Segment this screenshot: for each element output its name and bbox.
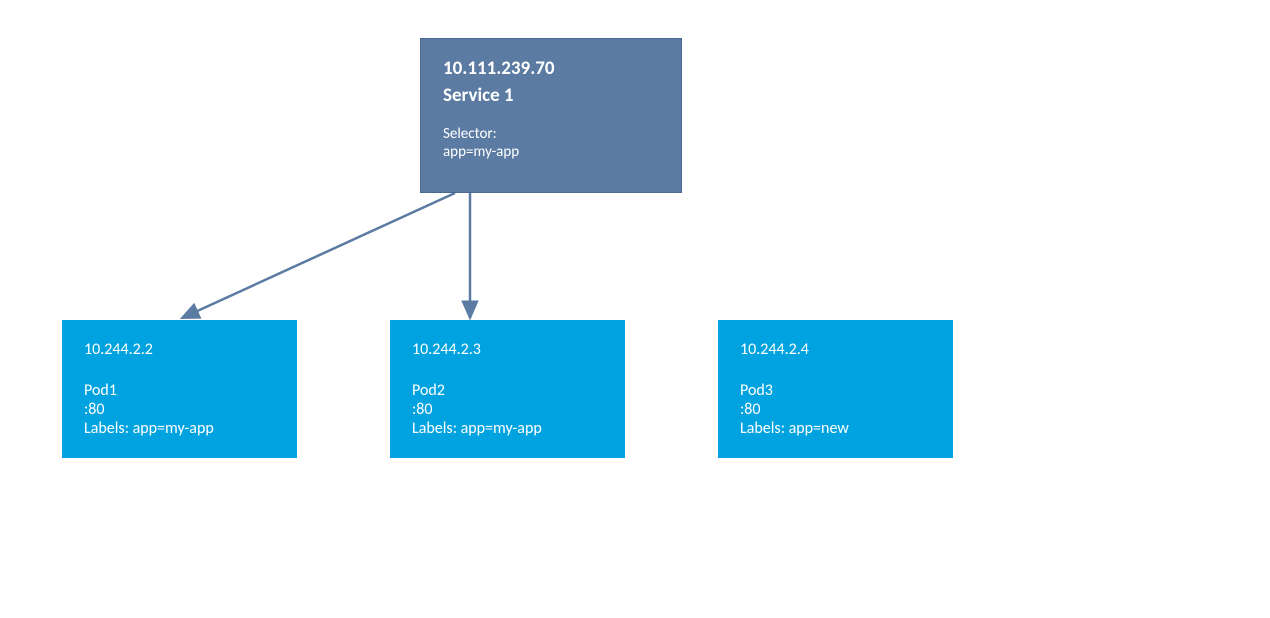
pod-box-1: 10.244.2.2 Pod1 :80 Labels: app=my-app (62, 320, 297, 458)
pod-port: :80 (740, 400, 931, 419)
pod-name: Pod1 (84, 381, 275, 400)
service-selector-value: app=my-app (443, 143, 659, 161)
pod-ip: 10.244.2.4 (740, 340, 931, 359)
service-ip: 10.111.239.70 (443, 57, 659, 80)
pod-port: :80 (84, 400, 275, 419)
pod-labels: Labels: app=my-app (412, 419, 603, 438)
pod-name: Pod2 (412, 381, 603, 400)
pod-name: Pod3 (740, 381, 931, 400)
pod-ip: 10.244.2.3 (412, 340, 603, 359)
pod-labels: Labels: app=new (740, 419, 931, 438)
pod-labels: Labels: app=my-app (84, 419, 275, 438)
service-name: Service 1 (443, 84, 659, 107)
pod-box-2: 10.244.2.3 Pod2 :80 Labels: app=my-app (390, 320, 625, 458)
pod-ip: 10.244.2.2 (84, 340, 275, 359)
pod-port: :80 (412, 400, 603, 419)
pod-box-3: 10.244.2.4 Pod3 :80 Labels: app=new (718, 320, 953, 458)
service-selector-label: Selector: (443, 125, 659, 143)
service-box: 10.111.239.70 Service 1 Selector: app=my… (420, 38, 682, 193)
arrow-to-pod1 (182, 193, 455, 318)
